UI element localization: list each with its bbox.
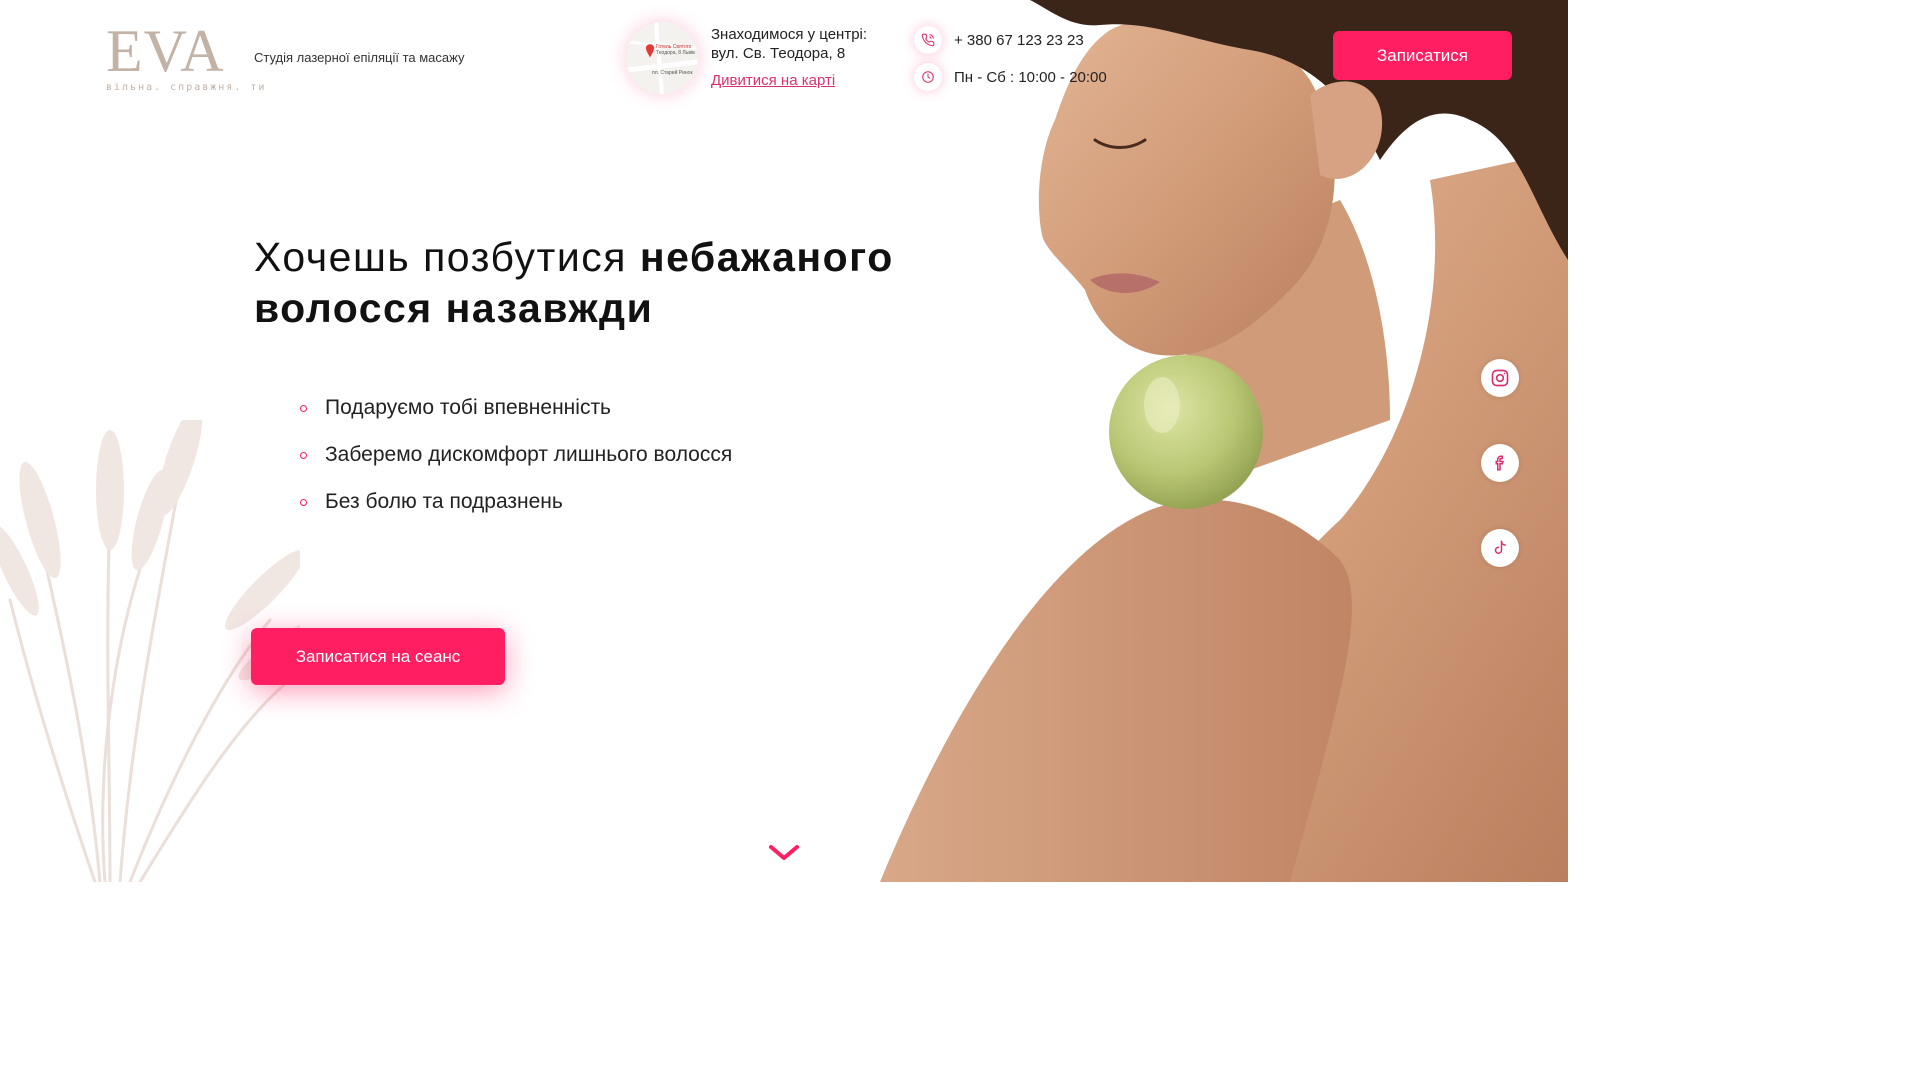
map-label-3: пл. Старий Ринок: [652, 69, 693, 76]
hours-row: Пн - Сб : 10:00 - 20:00: [914, 63, 1107, 91]
benefit-item: Подаруємо тобі впевненність: [300, 396, 732, 420]
logo[interactable]: EVA вільна. справжня. ти: [106, 18, 267, 93]
book-button[interactable]: Записатися: [1333, 31, 1512, 80]
tiktok-icon: [1494, 540, 1506, 554]
bullet-icon: [300, 404, 307, 412]
facebook-button[interactable]: [1481, 444, 1519, 482]
address-line-2: вул. Св. Теодора, 8: [711, 45, 846, 62]
scroll-down-button[interactable]: [767, 842, 801, 864]
clock-icon: [914, 63, 942, 91]
map-thumbnail[interactable]: Готель Святого Теодора, 8 Львів пл. Стар…: [626, 22, 698, 94]
phone-icon: [914, 26, 942, 54]
benefit-text: Подаруємо тобі впевненність: [325, 396, 612, 419]
hero-title: Хочешь позбутися небажаного волосся наза…: [254, 232, 974, 334]
studio-description: Студія лазерної епіляції та масажу: [254, 50, 465, 65]
map-label-2: Теодора, 8 Львів: [656, 50, 695, 56]
address-block: Знаходимося у центрі: вул. Св. Теодора, …: [711, 25, 867, 90]
opening-hours: Пн - Сб : 10:00 - 20:00: [954, 68, 1107, 86]
map-link[interactable]: Дивитися на карті: [711, 71, 835, 90]
hero-photo: [870, 0, 1568, 882]
benefit-text: Без болю та подразнень: [325, 490, 563, 513]
tiktok-button[interactable]: [1481, 529, 1519, 567]
map-icon: Готель Святого Теодора, 8 Львів пл. Стар…: [626, 22, 698, 94]
phone-number[interactable]: + 380 67 123 23 23: [954, 32, 1084, 49]
instagram-icon: [1491, 369, 1509, 387]
bullet-icon: [300, 498, 307, 506]
hero-title-regular: Хочешь позбутися: [254, 234, 640, 280]
logo-tagline: вільна. справжня. ти: [106, 82, 267, 93]
facebook-icon: [1495, 455, 1505, 471]
benefit-item: Заберемо дискомфорт лишнього волосся: [300, 443, 732, 467]
phone-row[interactable]: + 380 67 123 23 23: [914, 26, 1084, 54]
book-session-button[interactable]: Записатися на сеанс: [251, 628, 505, 685]
address-line-1: Знаходимося у центрі:: [711, 26, 868, 43]
logo-mark: EVA: [106, 18, 225, 84]
chevron-down-icon: [769, 845, 799, 860]
benefit-text: Заберемо дискомфорт лишнього волосся: [325, 443, 733, 466]
instagram-button[interactable]: [1481, 359, 1519, 397]
benefit-item: Без болю та подразнень: [300, 490, 732, 514]
benefits-list: Подаруємо тобі впевненність Заберемо дис…: [300, 396, 732, 537]
bullet-icon: [300, 451, 307, 459]
